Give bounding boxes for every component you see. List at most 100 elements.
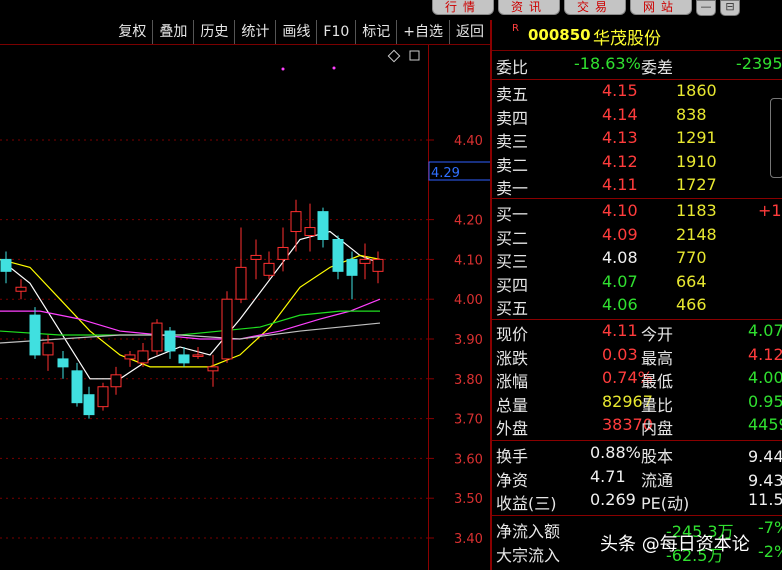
overlay-button[interactable]: 叠加	[152, 20, 193, 44]
moving-averages	[0, 230, 381, 380]
fund-value: 11.5	[748, 490, 782, 509]
price-axis-label: 4.20	[454, 214, 483, 229]
divider	[492, 515, 782, 516]
ask-row: 卖二 4.12 1910	[496, 152, 782, 176]
ask-row: 卖一 4.11 1727	[496, 175, 782, 199]
ask-label: 卖一	[496, 179, 529, 198]
stat-label: 内盘	[641, 419, 674, 438]
statistics-button[interactable]: 统计	[234, 20, 275, 44]
chart-toolbar: 复权 叠加 历史 统计 画线 F10 标记 +自选 返回	[0, 20, 490, 45]
fund-label: PE(动)	[641, 494, 690, 513]
order-book-scrollbar[interactable]	[770, 98, 782, 178]
weicha-label: 委差	[641, 58, 674, 77]
divider	[492, 319, 782, 320]
ask-price: 4.15	[602, 81, 638, 100]
ask-price: 4.13	[602, 128, 638, 147]
candle-down	[0, 258, 12, 272]
restore-button[interactable]: ⊟	[720, 0, 740, 16]
weibi-row: 委比 -18.63% 委差 -2395	[496, 54, 782, 78]
mark-button[interactable]: 标记	[355, 20, 396, 44]
stat-value: 0.95	[748, 391, 782, 411]
bid-price: 4.07	[602, 271, 638, 291]
fund-value: 0.269	[590, 490, 636, 509]
candle-up	[97, 386, 109, 408]
stock-code: 000850	[528, 26, 591, 44]
candle-down	[346, 258, 358, 276]
candle-up	[372, 258, 384, 272]
price-axis-label: 4.40	[454, 134, 483, 149]
fund-label: 净资	[496, 470, 529, 490]
candle-up	[290, 211, 302, 233]
ask-volume: 1727	[676, 175, 717, 194]
weicha-value: -2395	[736, 54, 782, 73]
stat-row: 现价 4.11 今开 4.07	[496, 321, 782, 345]
f10-button[interactable]: F10	[316, 20, 355, 44]
ask-label: 卖三	[496, 132, 529, 151]
ma5-line	[0, 230, 381, 380]
stat-label: 今开	[641, 325, 674, 344]
candle-down	[29, 314, 41, 356]
price-axis-label: 3.80	[454, 373, 483, 388]
diamond-icon[interactable]	[387, 49, 420, 63]
candle-down	[317, 211, 329, 240]
candle-up	[304, 227, 316, 237]
bid-row: 买一 4.10 1183 +13	[496, 201, 782, 225]
price-axis-label: 3.70	[454, 413, 483, 428]
history-button[interactable]: 历史	[193, 20, 234, 44]
tab-trade[interactable]: 交易	[564, 0, 626, 15]
flow-label: 大宗流入	[496, 546, 561, 565]
back-button[interactable]: 返回	[449, 20, 490, 44]
flow-percent: -2%	[758, 542, 782, 561]
tab-news[interactable]: 资讯	[498, 0, 560, 15]
candle-down	[178, 354, 190, 364]
bid-label: 买二	[496, 228, 529, 248]
bid-price: 4.06	[602, 295, 638, 314]
divider	[492, 198, 782, 199]
fund-value: 9.43亿	[748, 470, 782, 490]
top-nav: 行情 资讯 交易 网站 — ⊟	[432, 0, 740, 16]
bid-price: 4.10	[602, 201, 638, 220]
kline-chart[interactable]: 4.40 4.20 4.10 4.00 3.90 3.80 3.70 3.60 3.50 3.40…	[0, 45, 490, 570]
stat-row: 外盘38370内盘44597	[496, 415, 782, 439]
draw-line-button[interactable]: 画线	[275, 20, 316, 44]
candle-up	[221, 298, 233, 360]
bid-row: 买二 4.09 2148	[496, 225, 782, 249]
flow-label: 净流入额	[496, 522, 561, 541]
ask-volume: 1910	[676, 151, 717, 171]
bid-row: 买四 4.07 664	[496, 272, 782, 296]
bid-row: 买三 4.08 770	[496, 248, 782, 272]
divider	[492, 440, 782, 441]
watermark: 头条 @每日资本论	[600, 534, 750, 555]
bid-volume: 664	[676, 271, 707, 291]
candle-up	[277, 246, 289, 260]
price-axis-label: 3.50	[454, 492, 483, 507]
ask-volume: 838	[676, 104, 707, 124]
bid-label: 买一	[496, 205, 529, 224]
ask-row: 卖四 4.14 838	[496, 105, 782, 129]
tab-website[interactable]: 网站	[630, 0, 692, 15]
price-axis-label: 3.40	[454, 532, 483, 547]
ask-label: 卖四	[496, 108, 529, 128]
stat-label: 总量	[496, 395, 529, 415]
minimize-button[interactable]: —	[696, 0, 716, 16]
bid-volume: 2148	[676, 224, 717, 244]
candle-up	[15, 286, 27, 292]
ask-volume: 1860	[676, 81, 717, 100]
fund-value: 9.44亿	[748, 447, 782, 466]
tab-market[interactable]: 行情	[432, 0, 494, 15]
stat-label: 现价	[496, 325, 529, 344]
stat-label: 最高	[641, 348, 674, 368]
stat-value: 44597	[748, 415, 782, 434]
bid-volume: 1183	[676, 201, 717, 220]
adjust-button[interactable]: 复权	[112, 20, 152, 44]
price-tag-label: 4.29	[431, 166, 460, 181]
candle-down	[57, 358, 69, 368]
panel-divider	[490, 20, 492, 570]
bid-label: 买三	[496, 252, 529, 271]
candles	[0, 199, 384, 419]
price-axis: 4.40 4.20 4.10 4.00 3.90 3.80 3.70 3.60 3.50 3.40	[428, 134, 483, 547]
stat-label: 外盘	[496, 419, 529, 438]
add-watchlist-button[interactable]: +自选	[396, 20, 449, 44]
bid-volume: 770	[676, 248, 707, 267]
bid-change: +13	[758, 201, 782, 220]
